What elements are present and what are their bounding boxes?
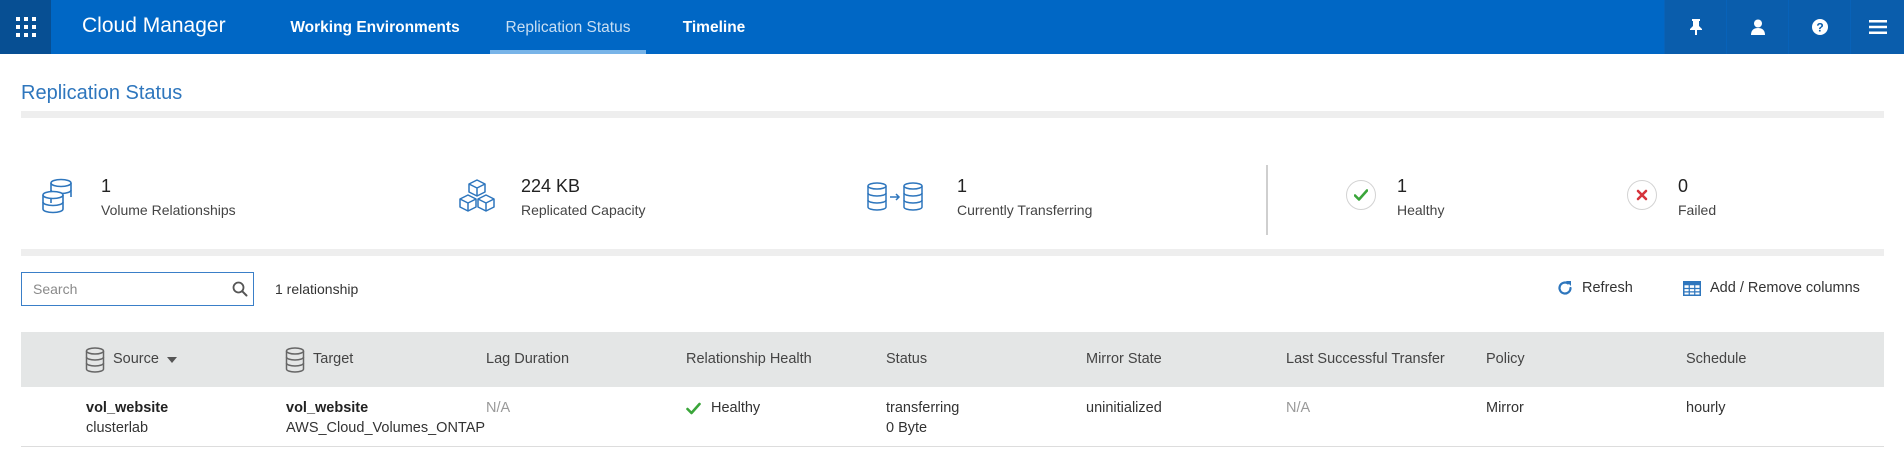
column-label: Mirror State xyxy=(1086,351,1162,367)
top-bar: Cloud Manager Working Environments Repli… xyxy=(0,0,1904,54)
cell-lag-duration: N/A xyxy=(486,399,510,418)
stat-value: 224 KB xyxy=(521,176,581,196)
main-menu-button[interactable] xyxy=(1850,0,1904,54)
column-header-mirror-state[interactable]: Mirror State xyxy=(1086,332,1162,387)
stats-divider xyxy=(1266,165,1268,235)
table-columns-icon xyxy=(1683,280,1701,296)
apps-grid-button[interactable] xyxy=(0,0,51,54)
tab-working-environments[interactable]: Working Environments xyxy=(290,0,460,54)
sort-down-icon[interactable] xyxy=(166,356,177,363)
x-icon xyxy=(1636,189,1648,201)
refresh-button[interactable]: Refresh xyxy=(1557,280,1633,296)
column-label: Policy xyxy=(1486,351,1525,367)
menu-icon xyxy=(1868,20,1887,34)
add-remove-columns-label: Add / Remove columns xyxy=(1710,280,1860,296)
mirror-state-value: uninitialized xyxy=(1086,400,1162,416)
check-icon xyxy=(1354,189,1368,201)
column-header-source[interactable]: Source xyxy=(85,332,177,387)
status-detail: 0 Byte xyxy=(886,420,928,436)
column-header-policy[interactable]: Policy xyxy=(1486,332,1525,387)
stat-value: 1 xyxy=(957,176,968,196)
database-icon xyxy=(85,346,105,373)
column-header-schedule[interactable]: Schedule xyxy=(1686,332,1746,387)
user-icon xyxy=(1750,19,1765,35)
divider xyxy=(21,111,1884,118)
tab-label: Timeline xyxy=(682,19,746,36)
active-tab-indicator xyxy=(490,50,646,54)
cell-source: vol_website clusterlab xyxy=(86,399,168,438)
cell-status: transferring 0 Byte xyxy=(886,399,959,438)
policy-value: Mirror xyxy=(1486,400,1524,416)
stat-value: 1 xyxy=(1397,176,1408,196)
stat-label: Volume Relationships xyxy=(101,202,236,218)
pin-icon xyxy=(1689,19,1702,35)
stat-value: 0 xyxy=(1678,176,1689,196)
app-title: Cloud Manager xyxy=(82,14,226,37)
target-environment: AWS_Cloud_Volumes_ONTAP xyxy=(286,420,486,436)
column-label: Source xyxy=(113,351,159,367)
tab-label: Working Environments xyxy=(290,19,460,36)
search-input[interactable] xyxy=(22,273,222,305)
column-label: Lag Duration xyxy=(486,351,570,367)
column-header-status[interactable]: Status xyxy=(886,332,927,387)
cell-mirror-state: uninitialized xyxy=(1086,399,1162,418)
user-button[interactable] xyxy=(1726,0,1788,54)
cell-last-successful-transfer: N/A xyxy=(1286,399,1310,418)
last-transfer-value: N/A xyxy=(1286,400,1311,416)
cell-schedule: hourly xyxy=(1686,399,1726,418)
pin-button[interactable] xyxy=(1664,0,1726,54)
cell-policy: Mirror xyxy=(1486,399,1524,418)
failed-badge xyxy=(1627,180,1657,210)
stat-label: Currently Transferring xyxy=(957,202,1093,218)
column-header-target[interactable]: Target xyxy=(285,332,353,387)
source-cluster: clusterlab xyxy=(86,420,149,436)
tab-timeline[interactable]: Timeline xyxy=(678,0,750,54)
column-header-relationship-health[interactable]: Relationship Health xyxy=(686,332,812,387)
cubes-icon xyxy=(459,179,495,212)
healthy-badge xyxy=(1346,180,1376,210)
add-remove-columns-button[interactable]: Add / Remove columns xyxy=(1683,280,1860,296)
column-label: Status xyxy=(886,351,928,367)
help-icon: ? xyxy=(1811,19,1828,35)
stat-label: Healthy xyxy=(1397,202,1445,218)
search-icon[interactable] xyxy=(232,281,248,297)
table-row[interactable]: vol_website clusterlab vol_website AWS_C… xyxy=(21,387,1884,447)
database-stack-icon xyxy=(42,178,72,214)
lag-duration-value: N/A xyxy=(486,400,511,416)
relationship-count: 1 relationship xyxy=(275,281,359,297)
refresh-icon xyxy=(1558,281,1572,295)
column-label: Schedule xyxy=(1686,351,1747,367)
svg-text:?: ? xyxy=(1816,21,1823,35)
column-label: Last Successful Transfer xyxy=(1286,351,1445,367)
health-value: Healthy xyxy=(711,400,761,416)
search-box xyxy=(21,272,254,306)
cell-target: vol_website AWS_Cloud_Volumes_ONTAP xyxy=(286,399,485,438)
source-volume: vol_website xyxy=(86,400,169,416)
divider xyxy=(21,249,1884,256)
column-label: Relationship Health xyxy=(686,351,812,367)
table-header: Source Target Lag Duration Relationship … xyxy=(21,332,1884,387)
target-volume: vol_website xyxy=(286,400,369,416)
database-icon xyxy=(285,346,305,373)
tab-replication-status[interactable]: Replication Status xyxy=(490,0,646,54)
page-title: Replication Status xyxy=(21,82,183,104)
database-transfer-icon xyxy=(867,182,923,211)
stat-value: 1 xyxy=(101,176,112,196)
column-label: Target xyxy=(313,351,354,367)
tab-label: Replication Status xyxy=(505,19,631,36)
status-value: transferring xyxy=(886,400,960,416)
stat-label: Failed xyxy=(1678,202,1717,218)
apps-grid-icon xyxy=(15,17,36,37)
refresh-label: Refresh xyxy=(1582,280,1633,296)
help-button[interactable]: ? xyxy=(1788,0,1850,54)
column-header-lag-duration[interactable]: Lag Duration xyxy=(486,332,569,387)
cell-relationship-health: Healthy xyxy=(686,399,760,418)
schedule-value: hourly xyxy=(1686,400,1726,416)
stat-label: Replicated Capacity xyxy=(521,202,646,218)
check-icon xyxy=(686,402,701,415)
column-header-last-successful-transfer[interactable]: Last Successful Transfer xyxy=(1286,332,1445,387)
